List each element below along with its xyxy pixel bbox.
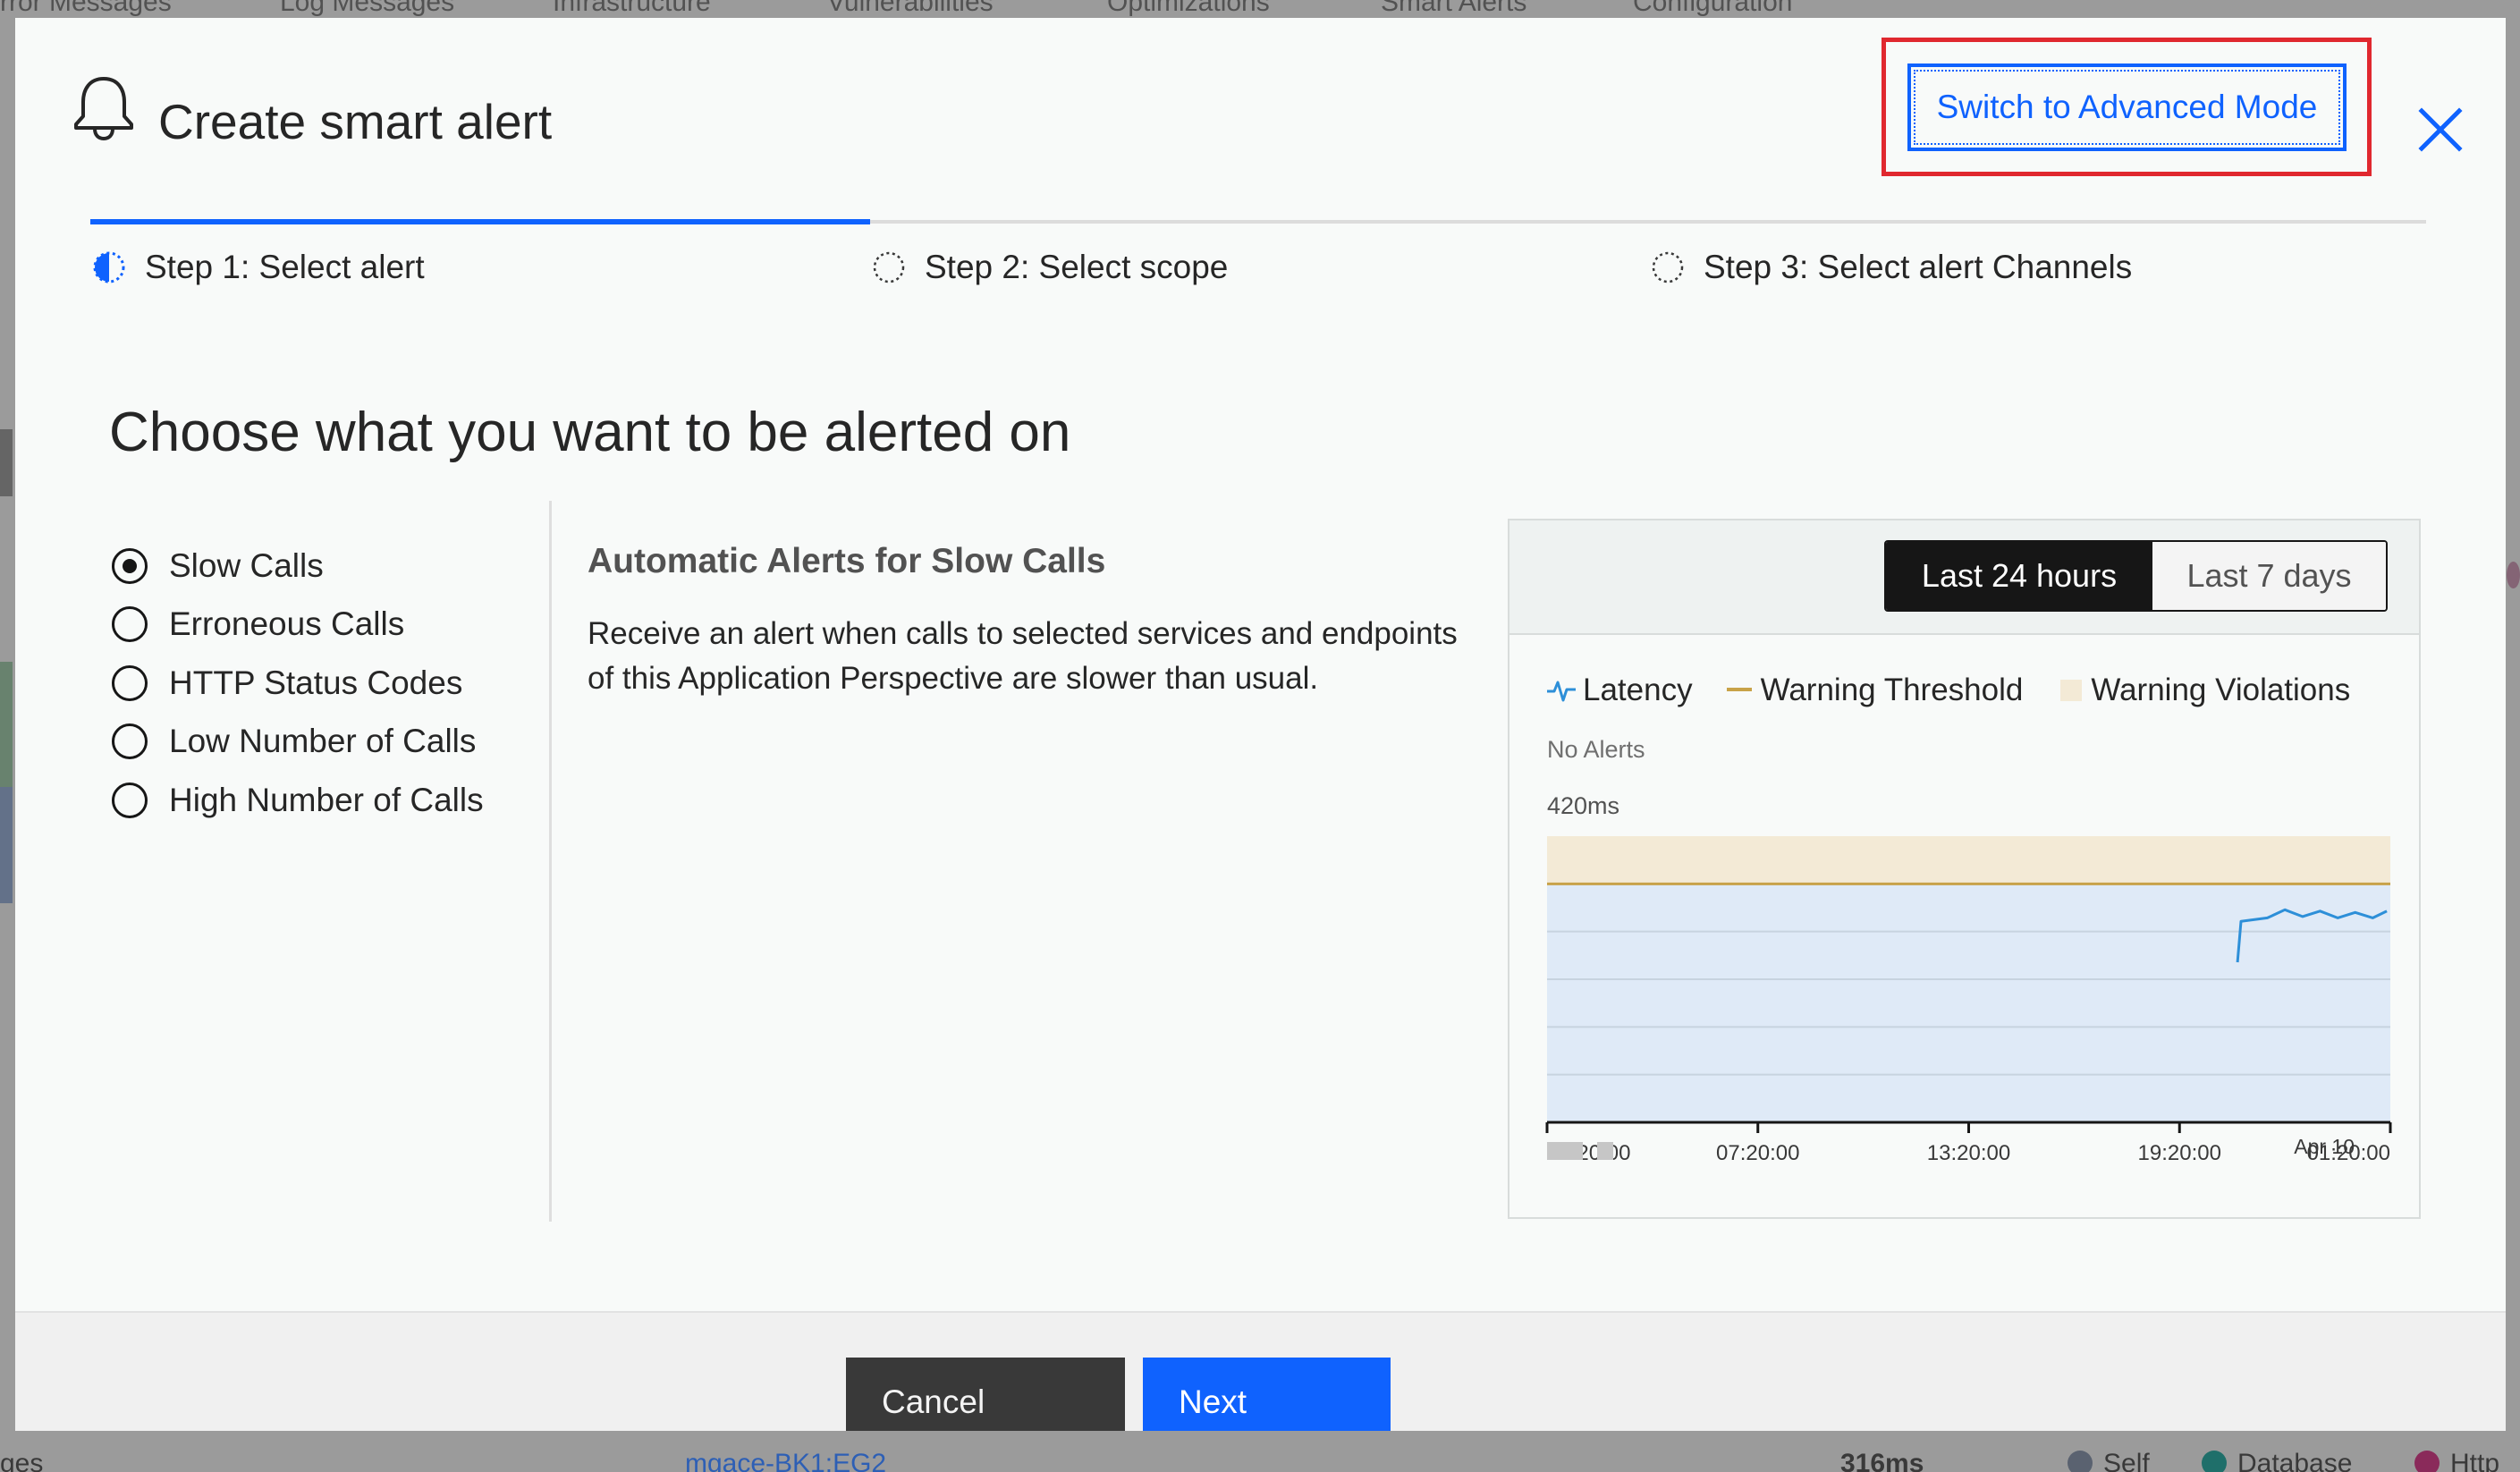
description-title: Automatic Alerts for Slow Calls — [588, 542, 1106, 580]
radio-low-number-of-calls[interactable]: Low Number of Calls — [112, 713, 484, 772]
bg-nav-tab: Smart Alerts — [1381, 0, 1527, 17]
vertical-divider — [549, 501, 552, 1222]
bg-legend-item: Http — [2414, 1449, 2499, 1472]
chart-header: Last 24 hours Last 7 days — [1509, 520, 2419, 635]
radio-label: Slow Calls — [169, 546, 324, 584]
radio-label: HTTP Status Codes — [169, 664, 463, 701]
progress-active-segment — [90, 219, 870, 224]
time-range-toggle: Last 24 hours Last 7 days — [1884, 540, 2388, 612]
alert-type-radio-group: Slow Calls Erroneous Calls HTTP Status C… — [112, 537, 484, 830]
bg-nav-tab: Infrastructure — [553, 0, 711, 17]
radio-http-status-codes[interactable]: HTTP Status Codes — [112, 654, 484, 713]
next-button[interactable]: Next — [1143, 1358, 1391, 1431]
chart-scroll-indicator[interactable] — [1547, 1142, 1583, 1160]
step-1[interactable]: Step 1: Select alert — [91, 245, 425, 290]
background-bottom-row: ges mgace-BK1:EG2 316ms Self Database Ht… — [0, 1431, 2520, 1472]
plot-area — [1547, 836, 2390, 1122]
background-nav: rror Messages Log Messages Infrastructur… — [0, 0, 2520, 18]
step-label: Step 1: Select alert — [145, 249, 425, 285]
bg-nav-tab: Configuration — [1633, 0, 1793, 17]
switch-to-advanced-mode-button[interactable]: Switch to Advanced Mode — [1907, 63, 2347, 151]
step-3[interactable]: Step 3: Select alert Channels — [1650, 245, 2132, 290]
bg-nav-tab: Log Messages — [280, 0, 455, 17]
radio-button-checked[interactable] — [112, 547, 148, 584]
bg-nav-tab: Vulnerabilities — [827, 0, 994, 17]
last-24-hours-button[interactable]: Last 24 hours — [1886, 542, 2152, 610]
x-axis-tick-label: 13:20:00 — [1927, 1141, 2010, 1165]
bell-icon — [74, 77, 133, 141]
chart-panel: Last 24 hours Last 7 days Latency Warnin… — [1508, 519, 2421, 1219]
step-in-progress-icon — [93, 251, 125, 283]
warning-violation-band — [1547, 836, 2390, 884]
bg-nav-tab: Optimizations — [1107, 0, 1270, 17]
legend-warning-violations: Warning Violations — [2053, 673, 2350, 708]
bg-link: mgace-BK1:EG2 — [685, 1449, 887, 1472]
latency-chart: No Alerts 420ms 01:20:00 07:20:00 13:20:00… — [1545, 736, 2392, 1165]
radio-label: Erroneous Calls — [169, 605, 405, 643]
section-heading: Choose what you want to be alerted on — [109, 402, 1071, 463]
violation-swatch-icon — [2060, 680, 2083, 701]
radio-button[interactable] — [112, 723, 148, 760]
legend-label: Warning Violations — [2091, 673, 2351, 707]
radio-erroneous-calls[interactable]: Erroneous Calls — [112, 596, 484, 655]
step-label: Step 3: Select alert Channels — [1704, 249, 2133, 285]
bg-nav-tab: rror Messages — [0, 0, 172, 17]
last-7-days-button[interactable]: Last 7 days — [2152, 542, 2386, 610]
step-2[interactable]: Step 2: Select scope — [871, 245, 1228, 290]
radio-label: High Number of Calls — [169, 781, 484, 818]
no-alerts-label: No Alerts — [1547, 736, 1645, 763]
chart-scroll-indicator[interactable] — [1597, 1142, 1613, 1160]
radio-label: Low Number of Calls — [169, 723, 477, 760]
y-axis-max-label: 420ms — [1547, 792, 1619, 819]
legend-warning-threshold: Warning Threshold — [1723, 673, 2024, 708]
cancel-button[interactable]: Cancel — [846, 1358, 1125, 1431]
modal-footer: Cancel Next — [15, 1311, 2506, 1431]
legend-latency: Latency — [1545, 673, 1693, 708]
step-label: Step 2: Select scope — [925, 249, 1229, 285]
latency-pulse-icon — [1547, 681, 1576, 702]
threshold-line-icon — [1726, 688, 1752, 691]
radio-slow-calls[interactable]: Slow Calls — [112, 537, 484, 596]
description-text: Receive an alert when calls to selected … — [588, 616, 1458, 696]
bg-legend-item: Database — [2202, 1449, 2352, 1472]
step-not-started-icon — [1652, 251, 1684, 283]
radio-button[interactable] — [112, 606, 148, 643]
bg-legend-item: Self — [2068, 1449, 2150, 1472]
legend-label: Latency — [1583, 673, 1693, 707]
bg-text: ges — [0, 1449, 44, 1472]
legend-label: Warning Threshold — [1760, 673, 2024, 707]
chart-legend: Latency Warning Threshold Warning Violat… — [1545, 673, 2380, 708]
bg-value: 316ms — [1840, 1449, 1924, 1472]
x-axis-tick-label: 07:20:00 — [1716, 1141, 1799, 1165]
radio-button[interactable] — [112, 782, 148, 818]
x-axis-date-label: Apr 10 — [2294, 1135, 2355, 1158]
x-axis-tick-label: 19:20:00 — [2138, 1141, 2221, 1165]
close-icon[interactable] — [2416, 106, 2465, 154]
modal-title: Create smart alert — [158, 94, 553, 149]
step-not-started-icon — [873, 251, 905, 283]
radio-button[interactable] — [112, 664, 148, 701]
x-axis: 01:20:00 07:20:00 13:20:00 19:20:00 01:20:00 — [1545, 1121, 2392, 1165]
radio-high-number-of-calls[interactable]: High Number of Calls — [112, 771, 484, 830]
create-smart-alert-modal: Create smart alert Switch to Advanced Mo… — [15, 18, 2506, 1431]
